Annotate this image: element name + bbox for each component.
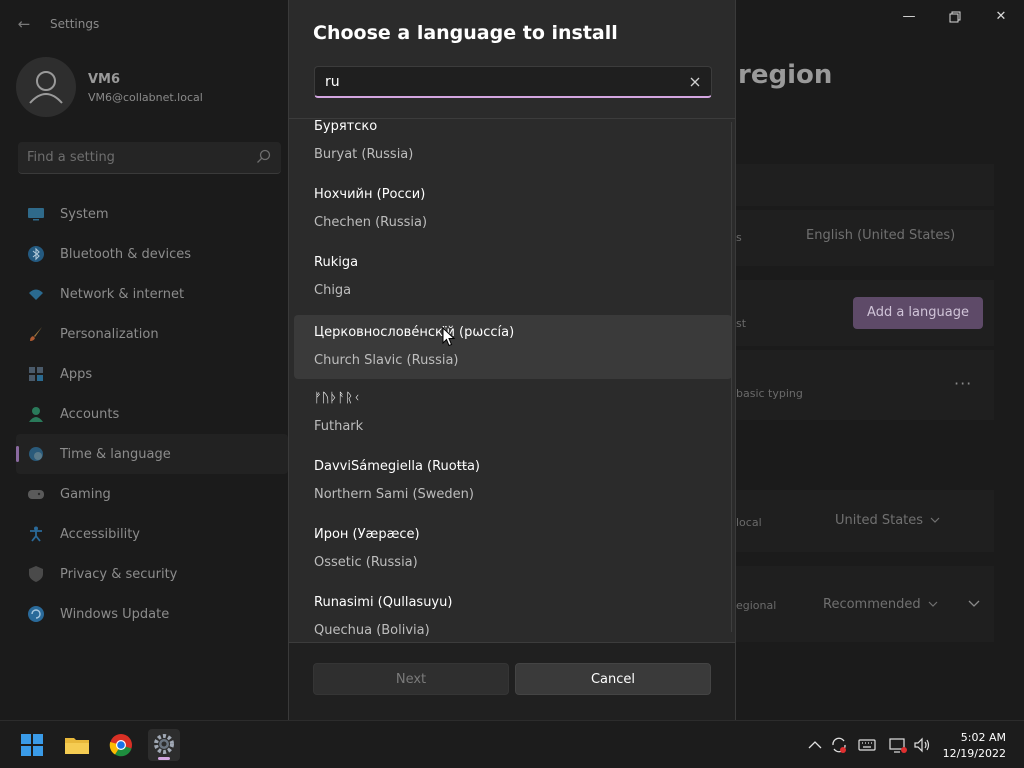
more-options-button[interactable]: ··· [954,374,972,393]
maximize-button[interactable] [932,6,978,28]
preferred-languages-fragment: st [736,317,747,330]
chevron-up-icon[interactable] [805,735,825,755]
country-label-fragment: local [736,516,762,529]
globe-clock-icon [29,447,43,461]
list-scrollbar[interactable] [730,122,733,632]
sidebar-item-personalization[interactable]: Personalization [16,314,288,354]
clock-time: 5:02 AM [960,731,1006,744]
settings-icon [154,734,174,754]
chrome-button[interactable] [105,729,137,761]
bg-card [736,164,994,206]
language-item-ossetic[interactable]: Ирон (Уæрæсе) Ossetic (Russia) [294,509,732,573]
start-button[interactable] [16,729,48,761]
language-item-chiga[interactable]: Rukiga Chiga [294,237,732,301]
apps-icon [29,367,43,381]
monitor-icon [28,208,44,221]
display-language-combo[interactable]: English (United States) [806,228,955,243]
avatar[interactable] [16,57,76,117]
close-window-button[interactable]: ✕ [978,6,1024,28]
cancel-button[interactable]: Cancel [515,663,711,695]
language-item-quechua[interactable]: Runasimi (Qullasuyu) Quechua (Bolivia) [294,577,732,641]
shield-icon [29,566,43,582]
find-setting-search[interactable]: Find a setting [18,142,281,174]
start-icon [21,734,43,756]
clear-search-icon[interactable] [687,74,703,90]
search-placeholder: Find a setting [27,150,115,165]
minimize-button[interactable]: — [886,6,932,28]
sidebar-item-accounts[interactable]: Accounts [16,394,288,434]
brush-icon [30,327,42,341]
wifi-icon [29,289,43,300]
chrome-icon [109,734,132,757]
language-list: Бурятско Buryat (Russia) Нохчийн (Росси)… [289,119,735,642]
gamepad-icon [28,490,44,499]
language-item-church-slavic[interactable]: Церковнослове́нскїй (рѡссі́а) Church Sla… [294,315,732,379]
install-language-dialog: Choose a language to install Бурятско Bu… [288,0,736,720]
sidebar-item-time-language[interactable]: Time & language [16,434,288,474]
sidebar-item-accessibility[interactable]: Accessibility [16,514,288,554]
file-explorer-icon [65,738,89,754]
language-item-buryat[interactable]: Бурятско Buryat (Russia) [294,119,732,165]
mouse-cursor-icon [442,327,456,347]
bluetooth-icon [28,246,44,262]
accessibility-icon [30,526,42,542]
regional-format-combo[interactable]: Recommended [823,597,921,612]
update-icon [28,606,44,622]
country-combo[interactable]: United States [835,513,923,528]
sidebar-item-network[interactable]: Network & internet [16,274,288,314]
file-explorer-button[interactable] [61,729,93,761]
language-item-futhark[interactable]: ᚠᚢᚦᚨᚱᚲ Futhark [294,373,732,437]
sidebar-item-gaming[interactable]: Gaming [16,474,288,514]
user-email: VM6@collabnet.local [88,91,203,104]
app-title: Settings [50,17,100,31]
taskbar: 5:02 AM 12/19/2022 [0,720,1024,768]
sidebar-item-bluetooth[interactable]: Bluetooth & devices [16,234,288,274]
add-language-button[interactable]: Add a language [853,297,983,329]
basic-typing-text: basic typing [736,387,803,400]
language-item-northern-sami[interactable]: DavviSámegiella (Ruoŧŧa) Northern Sami (… [294,441,732,505]
dialog-footer: Next Cancel [289,643,735,720]
chevron-down-icon [930,517,940,523]
user-name: VM6 [88,72,121,87]
network-icon[interactable] [888,735,908,755]
sync-icon[interactable] [829,735,849,755]
person-icon [29,407,43,422]
keyboard-icon[interactable] [857,735,877,755]
clock-date: 12/19/2022 [942,747,1006,760]
sidebar-item-apps[interactable]: Apps [16,354,288,394]
person-icon [29,71,63,104]
expand-chevron-icon[interactable] [968,599,980,607]
display-language-label-fragment: s [736,231,742,244]
settings-taskbar-button[interactable] [148,729,180,761]
chevron-down-icon [928,601,938,607]
sidebar-nav: System Bluetooth & devices Network & int… [16,194,288,634]
restore-icon [949,11,961,23]
taskbar-clock[interactable]: 5:02 AM 12/19/2022 [943,730,1006,762]
volume-icon[interactable] [912,735,932,755]
dialog-title: Choose a language to install [313,22,618,44]
language-item-chechen[interactable]: Нохчийн (Росси) Chechen (Russia) [294,169,732,233]
sidebar-item-windows-update[interactable]: Windows Update [16,594,288,634]
next-button[interactable]: Next [313,663,509,695]
language-search-input[interactable] [325,73,665,91]
page-title: region [738,60,833,90]
search-icon [257,149,271,163]
sidebar-item-system[interactable]: System [16,194,288,234]
back-button[interactable]: ← [14,14,34,34]
regional-format-fragment: egional [736,599,777,612]
sidebar-item-privacy[interactable]: Privacy & security [16,554,288,594]
language-search-box[interactable] [314,66,712,98]
